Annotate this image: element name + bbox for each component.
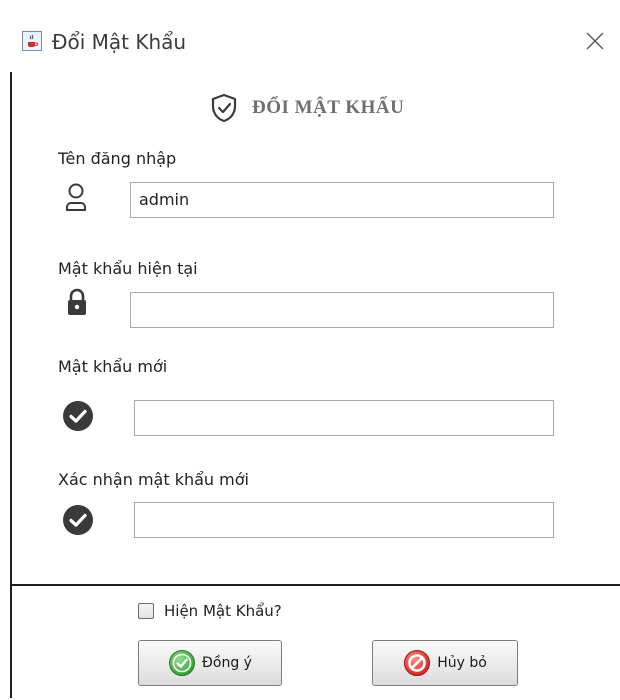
current-password-label: Mật khẩu hiện tại (58, 259, 198, 278)
window-title: Đổi Mật Khẩu (52, 30, 187, 54)
title-bar[interactable]: Đổi Mật Khẩu (10, 10, 620, 72)
show-password-option[interactable]: Hiện Mật Khẩu? (138, 602, 282, 620)
confirm-password-label: Xác nhận mật khẩu mới (58, 470, 249, 489)
dialog-content: ĐỔI MẬT KHẨU Tên đăng nhập admin Mật khẩ… (10, 72, 620, 700)
java-cup-icon (22, 31, 42, 51)
new-password-field[interactable] (134, 400, 554, 436)
cancel-button-label: Hủy bỏ (437, 655, 487, 671)
show-password-label: Hiện Mật Khẩu? (164, 602, 282, 620)
bottom-panel: Hiện Mật Khẩu? Đồng ý Hủy bỏ (12, 584, 620, 700)
current-password-field[interactable] (130, 292, 554, 328)
shield-check-icon (211, 93, 237, 123)
confirm-password-field[interactable] (134, 502, 554, 538)
new-password-label: Mật khẩu mới (58, 357, 168, 376)
lock-icon (68, 288, 86, 315)
username-field[interactable]: admin (130, 182, 554, 218)
change-password-window: Đổi Mật Khẩu ĐỔI MẬT KHẨU Tên đăng nhập … (10, 10, 620, 700)
show-password-checkbox[interactable] (138, 603, 154, 619)
cancel-button[interactable]: Hủy bỏ (372, 640, 518, 686)
close-icon[interactable] (584, 30, 606, 52)
check-circle-icon (63, 505, 93, 535)
green-check-icon (169, 650, 196, 676)
user-icon (66, 183, 86, 211)
red-cancel-icon (404, 650, 431, 676)
username-label: Tên đăng nhập (58, 149, 177, 168)
ok-button[interactable]: Đồng ý (138, 640, 282, 686)
dialog-header: ĐỔI MẬT KHẨU (210, 92, 404, 124)
check-circle-icon (63, 401, 93, 431)
dialog-title: ĐỔI MẬT KHẨU (252, 97, 405, 118)
ok-button-label: Đồng ý (202, 655, 252, 671)
